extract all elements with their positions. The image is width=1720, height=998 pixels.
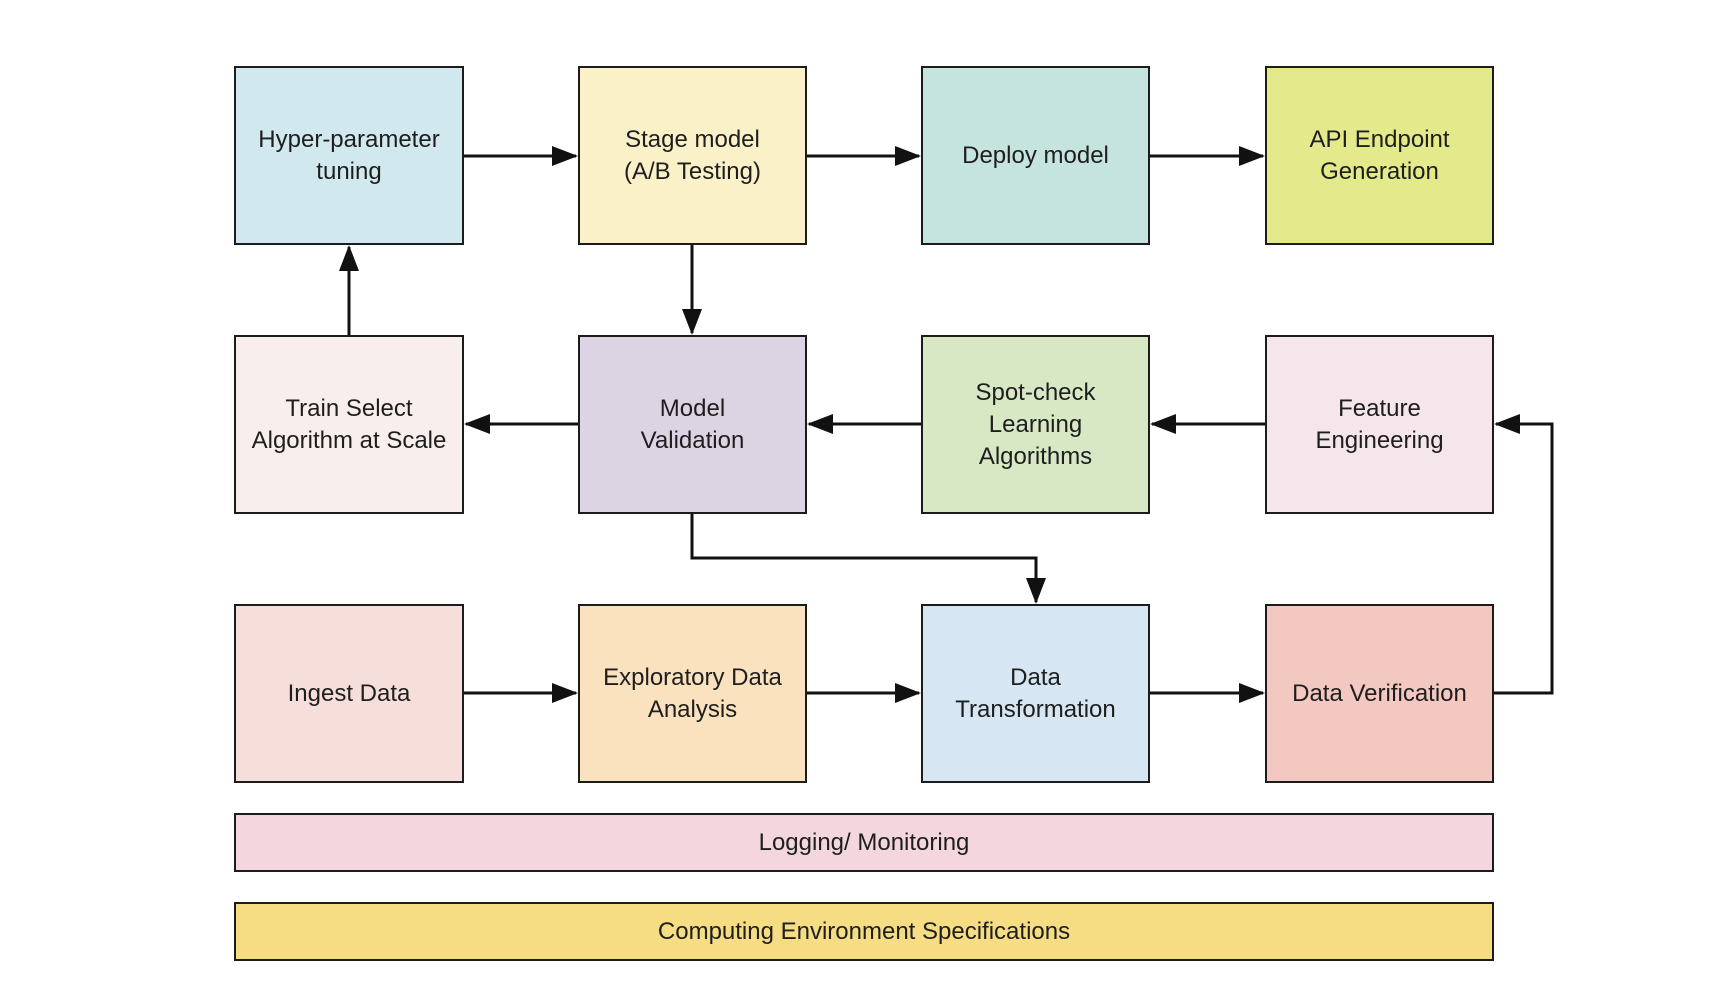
node-exploratory-data-analysis: Exploratory Data Analysis <box>578 604 807 783</box>
node-data-transformation: Data Transformation <box>921 604 1150 783</box>
node-hyper-parameter-tuning: Hyper-parameter tuning <box>234 66 464 245</box>
node-deploy-model: Deploy model <box>921 66 1150 245</box>
node-stage-model: Stage model (A/B Testing) <box>578 66 807 245</box>
node-data-verification: Data Verification <box>1265 604 1494 783</box>
node-feature-engineering: Feature Engineering <box>1265 335 1494 514</box>
node-spot-check-algorithms: Spot-check Learning Algorithms <box>921 335 1150 514</box>
edge-validation-transform <box>690 514 1046 604</box>
node-ingest-data: Ingest Data <box>234 604 464 783</box>
node-api-endpoint-generation: API Endpoint Generation <box>1265 66 1494 245</box>
node-model-validation: Model Validation <box>578 335 807 514</box>
bar-computing-environment: Computing Environment Specifications <box>234 902 1494 961</box>
bar-logging-monitoring: Logging/ Monitoring <box>234 813 1494 872</box>
edge-verify-feature <box>1494 414 1554 695</box>
node-train-select-algorithm: Train Select Algorithm at Scale <box>234 335 464 514</box>
